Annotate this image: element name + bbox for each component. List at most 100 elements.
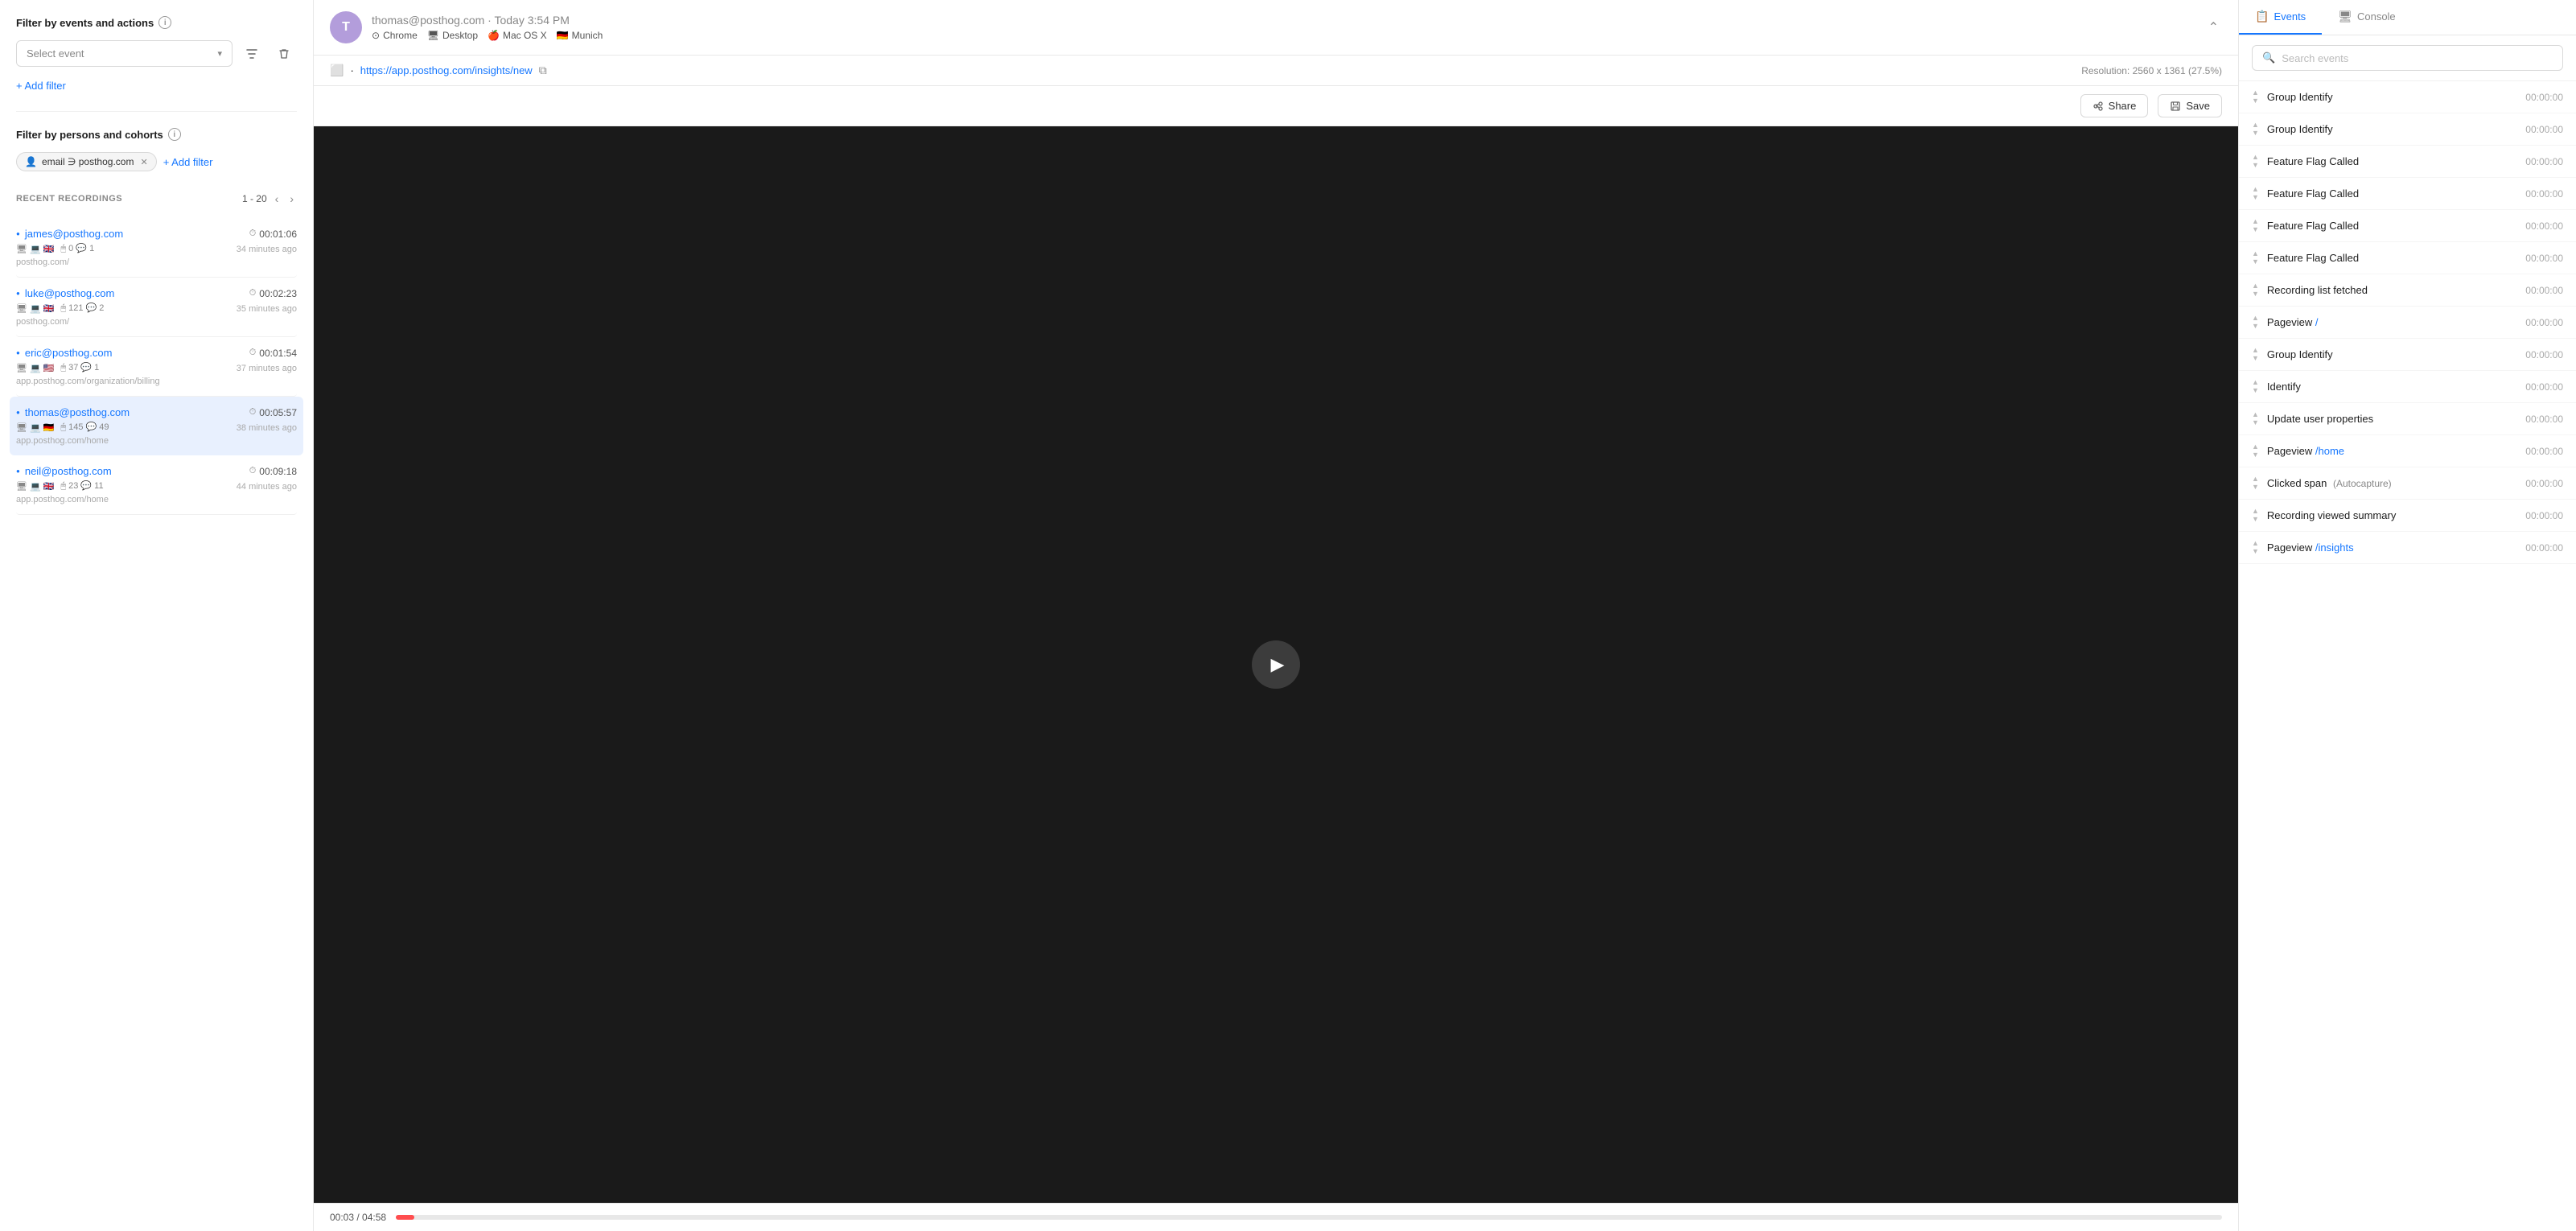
rec-url: app.posthog.com/organization/billing (16, 377, 297, 386)
session-user: thomas@posthog.com · Today 3:54 PM (372, 14, 603, 27)
expand-btn[interactable]: ▲▼ (2252, 218, 2259, 233)
event-item[interactable]: ▲▼ Pageview /home 00:00:00 (2239, 435, 2576, 467)
rec-top: thomas@posthog.com ⏱ 00:05:57 (16, 406, 297, 418)
delete-filter-btn[interactable] (271, 41, 297, 67)
add-filter-label: + Add filter (16, 80, 66, 92)
next-page-btn[interactable]: › (286, 191, 297, 207)
search-icon: 🔍 (2262, 51, 2275, 64)
event-time: 00:00:00 (2525, 92, 2563, 103)
expand-btn[interactable]: ▲▼ (2252, 540, 2259, 555)
url-link[interactable]: https://app.posthog.com/insights/new (360, 64, 533, 76)
filter-cohorts-title: Filter by persons and cohorts i (16, 128, 297, 141)
rec-meta: 🖥 💻 🇬🇧 🖱 121 💬 2 (16, 303, 104, 314)
expand-btn[interactable]: ▲▼ (2252, 282, 2259, 298)
tab-events-label: Events (2274, 10, 2306, 23)
rec-meta: 🖥 💻 🇩🇪 🖱 145 💬 49 (16, 422, 109, 433)
rec-email: thomas@posthog.com (16, 406, 130, 418)
rec-top: eric@posthog.com ⏱ 00:01:54 (16, 347, 297, 359)
play-btn[interactable] (1252, 640, 1300, 689)
event-name: Identify (2267, 381, 2517, 393)
expand-btn[interactable]: ▲▼ (2252, 411, 2259, 426)
event-item[interactable]: ▲▼ Feature Flag Called 00:00:00 (2239, 242, 2576, 274)
expand-btn[interactable]: ▲▼ (2252, 476, 2259, 491)
event-item[interactable]: ▲▼ Feature Flag Called 00:00:00 (2239, 146, 2576, 178)
rec-row2: 🖥 💻 🇬🇧 🖱 0 💬 1 34 minutes ago (16, 243, 297, 257)
expand-btn[interactable]: ▲▼ (2252, 315, 2259, 330)
avatar: T (330, 11, 362, 43)
rec-counts: 🖱 23 💬 11 (60, 480, 103, 492)
recording-item-active[interactable]: thomas@posthog.com ⏱ 00:05:57 🖥 💻 🇩🇪 🖱 1… (10, 397, 303, 455)
event-time: 00:00:00 (2525, 285, 2563, 296)
expand-btn[interactable]: ▲▼ (2252, 379, 2259, 394)
event-item[interactable]: ▲▼ Recording viewed summary 00:00:00 (2239, 500, 2576, 532)
event-name: Pageview /home (2267, 445, 2517, 457)
timeline-track[interactable] (396, 1215, 2222, 1220)
recording-item[interactable]: neil@posthog.com ⏱ 00:09:18 🖥 💻 🇬🇧 🖱 23 … (16, 455, 297, 515)
search-input[interactable] (2282, 52, 2553, 64)
event-item[interactable]: ▲▼ Group Identify 00:00:00 (2239, 113, 2576, 146)
url-dot: · (350, 64, 353, 76)
event-item[interactable]: ▲▼ Feature Flag Called 00:00:00 (2239, 210, 2576, 242)
add-filter-btn[interactable]: + Add filter (16, 76, 297, 95)
search-box: 🔍 (2239, 35, 2576, 81)
event-time: 00:00:00 (2525, 349, 2563, 360)
tab-events[interactable]: 📋 Events (2239, 0, 2322, 35)
session-info: T thomas@posthog.com · Today 3:54 PM ⊙ C… (330, 11, 603, 43)
expand-btn[interactable]: ▲▼ (2252, 443, 2259, 459)
rec-top: james@posthog.com ⏱ 00:01:06 (16, 228, 297, 240)
time-display: 00:03 / 04:58 (330, 1212, 386, 1223)
add-cohort-filter-btn[interactable]: + Add filter (163, 153, 213, 171)
select-event-row: Select event ▾ (16, 40, 297, 67)
event-item[interactable]: ▲▼ Identify 00:00:00 (2239, 371, 2576, 403)
expand-btn[interactable]: ▲▼ (2252, 186, 2259, 201)
timeline-progress (396, 1215, 414, 1220)
recording-item[interactable]: luke@posthog.com ⏱ 00:02:23 🖥 💻 🇬🇧 🖱 121… (16, 278, 297, 337)
info-icon-cohorts[interactable]: i (168, 128, 181, 141)
event-name: Group Identify (2267, 123, 2517, 135)
left-sidebar: Filter by events and actions i Select ev… (0, 0, 314, 1231)
prev-page-btn[interactable]: ‹ (272, 191, 282, 207)
session-datetime: · Today 3:54 PM (488, 14, 570, 27)
expand-btn[interactable]: ▲▼ (2252, 347, 2259, 362)
expand-btn[interactable]: ▲▼ (2252, 89, 2259, 105)
recordings-title: RECENT RECORDINGS (16, 194, 122, 204)
event-name: Feature Flag Called (2267, 252, 2517, 264)
save-label: Save (2186, 100, 2210, 112)
copy-icon[interactable]: ⧉ (539, 64, 547, 77)
save-btn[interactable]: Save (2158, 94, 2222, 117)
os-badge: 🍎 Mac OS X (488, 30, 547, 41)
event-item[interactable]: ▲▼ Group Identify 00:00:00 (2239, 81, 2576, 113)
desktop-icon: 🖥 (427, 30, 439, 41)
info-icon-events[interactable]: i (158, 16, 171, 29)
video-container[interactable] (314, 126, 2238, 1203)
rec-time: 37 minutes ago (237, 364, 297, 373)
filter-icon-btn[interactable] (239, 41, 265, 67)
tab-console[interactable]: 🖥 Console (2322, 0, 2411, 35)
event-item[interactable]: ▲▼ Update user properties 00:00:00 (2239, 403, 2576, 435)
event-item[interactable]: ▲▼ Pageview /insights 00:00:00 (2239, 532, 2576, 564)
expand-btn[interactable]: ▲▼ (2252, 154, 2259, 169)
rec-url: posthog.com/ (16, 257, 297, 267)
event-time: 00:00:00 (2525, 478, 2563, 489)
cohort-tag-label: email ∋ posthog.com (42, 156, 134, 167)
share-btn[interactable]: Share (2080, 94, 2149, 117)
expand-btn[interactable]: ▲▼ (2252, 250, 2259, 266)
rec-url: app.posthog.com/home (16, 436, 297, 446)
event-item[interactable]: ▲▼ Recording list fetched 00:00:00 (2239, 274, 2576, 307)
expand-btn[interactable]: ▲▼ (2252, 121, 2259, 137)
recording-list: james@posthog.com ⏱ 00:01:06 🖥 💻 🇬🇧 🖱 0 … (16, 218, 297, 515)
rec-duration: ⏱ 00:01:06 (249, 228, 297, 240)
event-item[interactable]: ▲▼ Pageview / 00:00:00 (2239, 307, 2576, 339)
recording-item[interactable]: james@posthog.com ⏱ 00:01:06 🖥 💻 🇬🇧 🖱 0 … (16, 218, 297, 278)
event-name: Group Identify (2267, 348, 2517, 360)
event-item[interactable]: ▲▼ Feature Flag Called 00:00:00 (2239, 178, 2576, 210)
collapse-btn[interactable]: ⌃ (2205, 16, 2222, 39)
recording-item[interactable]: eric@posthog.com ⏱ 00:01:54 🖥 💻 🇺🇸 🖱 37 … (16, 337, 297, 397)
cohort-tag-close[interactable]: ✕ (140, 157, 147, 167)
pagination-info: 1 - 20 ‹ › (242, 191, 297, 207)
event-item[interactable]: ▲▼ Clicked span (Autocapture) 00:00:00 (2239, 467, 2576, 500)
browser-label: Chrome (383, 30, 418, 41)
expand-btn[interactable]: ▲▼ (2252, 508, 2259, 523)
select-event-dropdown[interactable]: Select event ▾ (16, 40, 232, 67)
event-item[interactable]: ▲▼ Group Identify 00:00:00 (2239, 339, 2576, 371)
